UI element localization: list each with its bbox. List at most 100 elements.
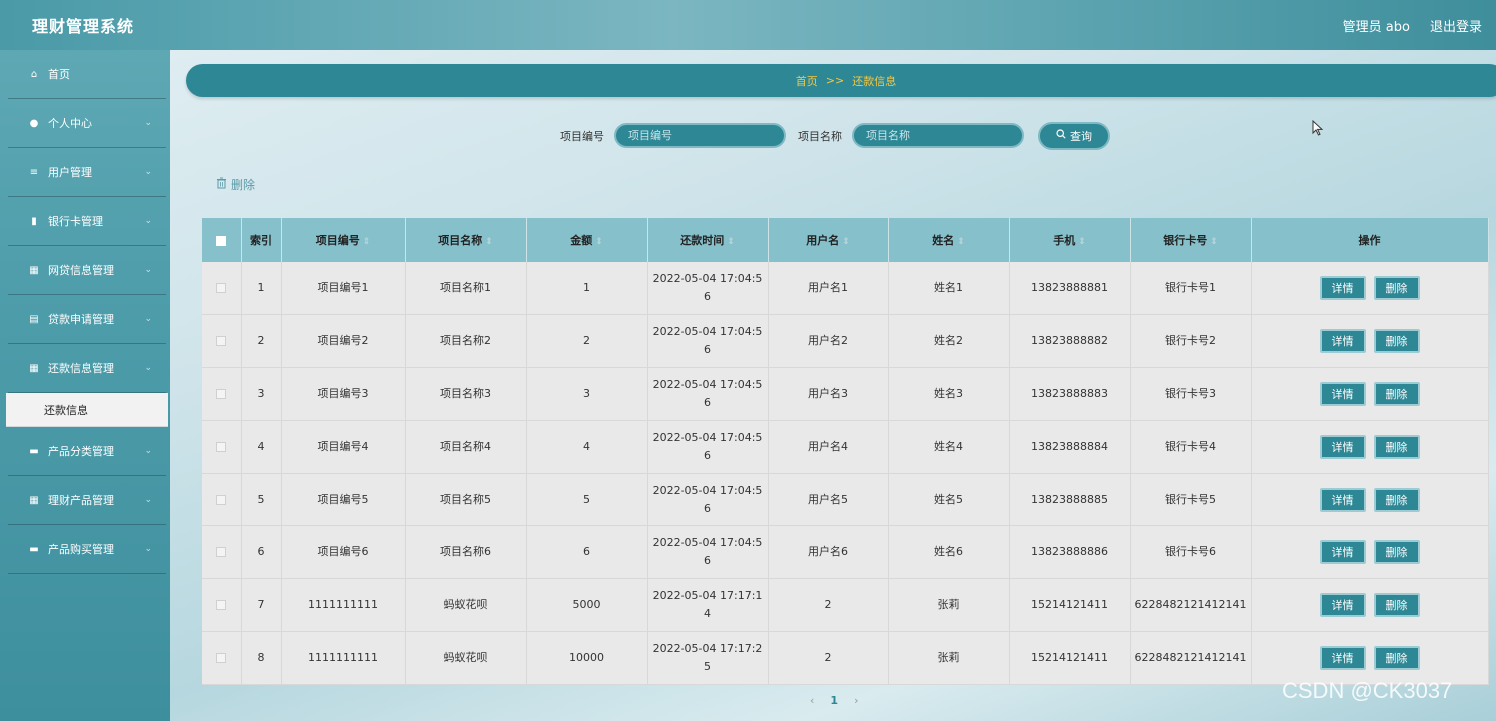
sidebar-item-label: 贷款申请管理 (48, 313, 114, 326)
current-page[interactable]: 1 (830, 694, 838, 707)
sidebar-item-2[interactable]: ≡ 用户管理 ⌄ (8, 148, 166, 197)
sort-icon[interactable]: ⇕ (1078, 237, 1086, 247)
cell-code: 项目编号2 (281, 314, 406, 369)
sort-icon[interactable]: ⇕ (727, 237, 735, 247)
row-delete-button[interactable]: 删除 (1373, 540, 1420, 565)
detail-button[interactable]: 详情 (1319, 329, 1366, 354)
search-icon (1056, 129, 1066, 142)
detail-button[interactable]: 详情 (1319, 434, 1366, 459)
sidebar-item-label: 产品购买管理 (48, 543, 114, 556)
column-header-6[interactable]: 姓名 ⇕ (888, 218, 1010, 262)
column-header-7[interactable]: 手机 ⇕ (1009, 218, 1131, 262)
sidebar-item-0[interactable]: ⌂ 首页 (8, 50, 166, 99)
cell-amount: 10000 (526, 631, 648, 685)
row-checkbox[interactable] (216, 600, 227, 611)
sidebar-item-4[interactable]: ▦ 网贷信息管理 ⌄ (8, 246, 166, 295)
sidebar-item-8[interactable]: ▦ 理财产品管理 ⌄ (8, 476, 166, 525)
logout-link[interactable]: 退出登录 (1430, 16, 1482, 35)
cell-realname: 张莉 (888, 578, 1010, 633)
column-header-label: 用户名 (806, 234, 840, 247)
sort-icon[interactable]: ⇕ (842, 237, 850, 247)
chevron-down-icon: ⌄ (144, 544, 152, 554)
cell-name: 项目名称6 (405, 525, 527, 580)
grid-icon: ▦ (29, 494, 39, 506)
row-checkbox[interactable] (216, 547, 227, 558)
cell-phone: 13823888884 (1009, 420, 1131, 474)
search-button[interactable]: 查询 (1038, 121, 1110, 150)
project-code-input[interactable] (614, 123, 786, 148)
row-select-cell (202, 525, 242, 580)
sidebar-item-6[interactable]: ▦ 还款信息管理 ⌄ (8, 344, 166, 393)
chevron-down-icon: ⌄ (144, 363, 152, 373)
sort-icon[interactable]: ⇕ (957, 237, 965, 247)
row-checkbox[interactable] (216, 388, 227, 399)
row-delete-button[interactable]: 删除 (1373, 593, 1420, 618)
sort-icon[interactable]: ⇕ (1210, 237, 1218, 247)
chevron-down-icon: ⌄ (144, 118, 152, 128)
sidebar-item-9[interactable]: ▬ 产品购买管理 ⌄ (8, 525, 166, 574)
column-header-1[interactable]: 项目编号 ⇕ (281, 218, 406, 262)
sidebar-item-5[interactable]: ▤ 贷款申请管理 ⌄ (8, 295, 166, 344)
column-header-label: 姓名 (932, 234, 955, 247)
table-row: 1 项目编号1 项目名称1 1 2022-05-04 17:04:56 用户名1 姓名1 13… (202, 262, 1489, 316)
detail-button[interactable]: 详情 (1319, 487, 1366, 512)
row-delete-button[interactable]: 删除 (1373, 487, 1420, 512)
row-checkbox[interactable] (216, 441, 227, 452)
sidebar: ⌂ 首页 ● 个人中心 ⌄ ≡ 用户管理 ⌄ ▮ 银行卡管理 ⌄ ▦ 网贷信息管理 ⌄ ▤ 贷款申请管理 ⌄ ▦ 还… (0, 50, 170, 721)
next-page-button[interactable]: › (854, 694, 858, 707)
monitor-icon: ▬ (29, 445, 39, 457)
sort-icon[interactable]: ⇕ (485, 237, 493, 247)
prev-page-button[interactable]: ‹ (810, 694, 814, 707)
sidebar-item-7[interactable]: ▬ 产品分类管理 ⌄ (8, 427, 166, 476)
cell-code: 1111111111 (281, 578, 406, 633)
detail-button[interactable]: 详情 (1319, 540, 1366, 565)
breadcrumb-home[interactable]: 首页 (796, 73, 818, 89)
cell-card: 银行卡号6 (1130, 525, 1252, 580)
row-delete-button[interactable]: 删除 (1373, 276, 1420, 301)
sidebar-item-1[interactable]: ● 个人中心 ⌄ (8, 99, 166, 148)
cell-index: 8 (241, 631, 282, 685)
sidebar-item-label: 首页 (48, 68, 70, 81)
sidebar-item-3[interactable]: ▮ 银行卡管理 ⌄ (8, 197, 166, 246)
select-all-checkbox[interactable] (216, 235, 227, 246)
table-row: 2 项目编号2 项目名称2 2 2022-05-04 17:04:56 用户名2 姓名2 13… (202, 314, 1489, 369)
row-checkbox[interactable] (216, 652, 227, 663)
column-header-5[interactable]: 用户名 ⇕ (768, 218, 889, 262)
row-actions-cell: 详情 删除 (1251, 631, 1489, 685)
detail-button[interactable]: 详情 (1319, 593, 1366, 618)
cell-code: 项目编号3 (281, 367, 406, 421)
cell-index: 1 (241, 262, 282, 316)
column-header-3[interactable]: 金额 ⇕ (526, 218, 648, 262)
row-actions-cell: 详情 删除 (1251, 262, 1489, 316)
row-delete-button[interactable]: 删除 (1373, 381, 1420, 406)
cell-name: 项目名称2 (405, 314, 527, 369)
column-header-label: 索引 (250, 234, 272, 247)
detail-button[interactable]: 详情 (1319, 381, 1366, 406)
row-checkbox[interactable] (216, 494, 227, 505)
repayment-table: 索引 项目编号 ⇕ 项目名称 ⇕ 金额 ⇕ 还款时间 ⇕ 用户名 ⇕ 姓名 ⇕ 手机 ⇕ 银行卡号 ⇕ 操作 1项… (202, 218, 1489, 685)
sort-icon[interactable]: ⇕ (595, 237, 603, 247)
select-all-cell (202, 218, 242, 262)
chevron-down-icon: ⌄ (144, 167, 152, 177)
sidebar-item-content: ▦ 理财产品管理 (28, 492, 114, 508)
bulk-delete-button[interactable]: 删除 (216, 176, 255, 193)
detail-button[interactable]: 详情 (1319, 276, 1366, 301)
project-name-input[interactable] (852, 123, 1024, 148)
sidebar-subitem-repayment-info[interactable]: 还款信息 (6, 393, 168, 427)
cell-index: 7 (241, 578, 282, 633)
column-header-4[interactable]: 还款时间 ⇕ (647, 218, 769, 262)
sort-icon[interactable]: ⇕ (363, 237, 371, 247)
sidebar-item-content: ⌂ 首页 (28, 66, 70, 82)
row-delete-button[interactable]: 删除 (1373, 434, 1420, 459)
grid-icon: ▦ (29, 362, 39, 374)
column-header-2[interactable]: 项目名称 ⇕ (405, 218, 527, 262)
cell-username: 用户名4 (768, 420, 889, 474)
detail-button[interactable]: 详情 (1319, 645, 1366, 670)
admin-user-label[interactable]: 管理员 abo (1343, 16, 1410, 35)
row-checkbox[interactable] (216, 283, 227, 294)
row-checkbox[interactable] (216, 336, 227, 347)
row-delete-button[interactable]: 删除 (1373, 329, 1420, 354)
cell-index: 4 (241, 420, 282, 474)
row-delete-button[interactable]: 删除 (1373, 645, 1420, 670)
column-header-8[interactable]: 银行卡号 ⇕ (1130, 218, 1252, 262)
